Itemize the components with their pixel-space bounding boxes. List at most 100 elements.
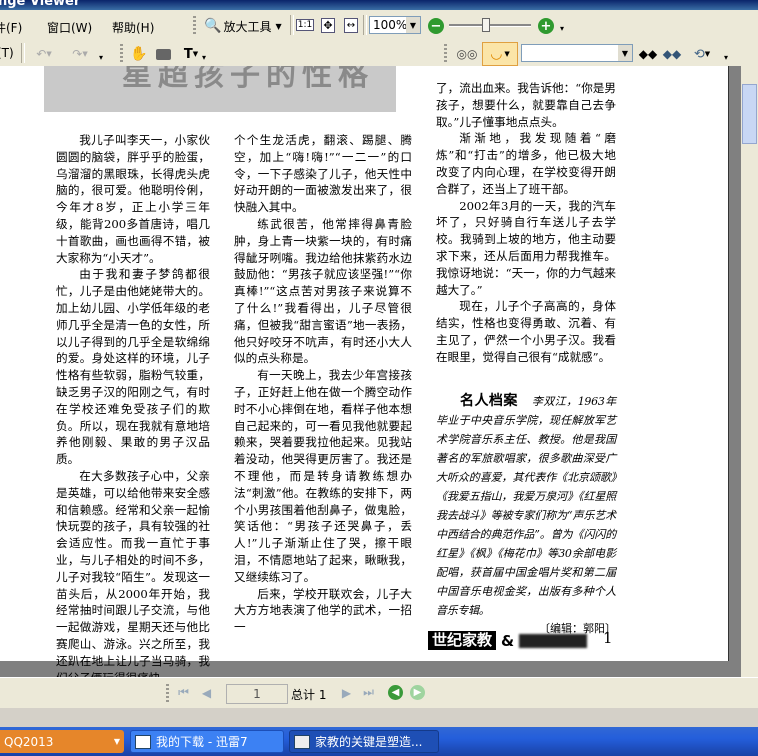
paragraph: 2002年3月的一天，我的汽车坏了，只好骑自行车送儿子去学校。我骑到上坡的地方，… [436, 198, 616, 297]
article-column-3: 了，流出血来。我告诉他：“你是男孩子，想要什么，就要靠自己去争取。”儿子懂事地点… [436, 80, 616, 366]
paragraph: 练武很苦，他常摔得鼻青脸肿，身上青一块紫一块的，有时痛得龇牙咧嘴。我边给他抹紫药… [234, 216, 412, 366]
next-page-icon: ▶ [341, 685, 352, 700]
first-page-icon: ⏮ [178, 685, 189, 699]
window-title-bar: nge Viewer [0, 0, 758, 10]
redo-button[interactable]: ↷ ▼ [63, 43, 97, 65]
zoom-combo[interactable]: 100% ▼ [369, 16, 421, 34]
paragraph: 后来，学校开联欢会，儿子大大方方地表演了他学的武术，一招一 [234, 586, 412, 635]
chevron-down-icon: ▼ [704, 50, 711, 58]
menu-help[interactable]: 帮助(H) [112, 19, 154, 36]
toolbar-grip[interactable] [444, 44, 447, 62]
slider-track [449, 24, 531, 27]
fit-width-icon: ↔ [344, 17, 358, 33]
search-combo[interactable]: ▼ [521, 44, 633, 62]
glasses-icon: ◎◎ [456, 47, 478, 61]
chevron-down-icon: ▼ [82, 50, 88, 58]
menu-file[interactable]: 件(F) [0, 19, 22, 36]
toolbar-grip[interactable] [166, 684, 169, 702]
actual-size-button[interactable]: 1:1 [295, 15, 315, 35]
chevron-down-icon: ▼ [192, 50, 199, 58]
page-number-input[interactable]: 1 [226, 684, 288, 704]
taskbar-item-label: 我的下载 - 迅雷7 [156, 735, 248, 749]
hand-icon: ✋ [130, 46, 148, 62]
zoom-tool-label: 放大工具 [223, 19, 272, 34]
paragraph: 了，流出血来。我告诉他：“你是男孩子，想要什么，就要靠自己去争取。”儿子懂事地点… [436, 81, 616, 129]
fit-width-button[interactable]: ↔ [341, 15, 361, 35]
fit-page-icon: ✥ [321, 17, 335, 33]
magnifier-icon: 🔍 [204, 18, 222, 34]
window-icon [135, 734, 151, 749]
find-previous-button[interactable]: ◆◆ [636, 43, 660, 65]
paragraph: 个个生龙活虎，翻滚、踢腿、腾空，加上“嗨!嗨!”“一二一”的口令，一下子感染了儿… [234, 133, 412, 215]
glasses-button[interactable]: ◎◎ [455, 43, 479, 65]
paragraph: 由于我和妻子梦鸽都很忙，儿子是由他姥姥带大的。加上幼儿园、小学低年级的老师几乎全… [56, 267, 210, 467]
previous-page-button[interactable]: ◀ [198, 684, 215, 701]
slider-thumb[interactable] [482, 18, 490, 32]
taskbar-item-document[interactable]: 家教的关键是塑造... [289, 730, 439, 753]
brand-ampersand: & [501, 631, 515, 650]
toolbar-overflow-icon[interactable]: ▾ [724, 53, 728, 62]
zoom-tool-button[interactable]: 🔍 放大工具 ▼ [201, 14, 285, 38]
taskbar-item-qq[interactable]: QQ2013 ▼ [0, 730, 124, 753]
rotate-button[interactable]: ⟲ ▼ [686, 43, 718, 65]
undo-icon: ↶ [36, 47, 47, 61]
back-arrow-icon: ◀ [388, 685, 403, 700]
actual-size-icon: 1:1 [295, 19, 315, 31]
paragraph: 在大多数孩子心中，父亲是英雄，可以给他带来安全感和信赖感。经常和父亲一起愉快玩耍… [56, 468, 210, 685]
loop-icon: ◡ [490, 46, 503, 62]
find-next-button[interactable]: ◆◆ [660, 43, 684, 65]
toolbar-overflow-icon[interactable]: ▾ [202, 53, 206, 62]
vertical-scrollbar[interactable] [741, 66, 758, 677]
previous-page-icon: ◀ [201, 685, 212, 700]
document-page: 星超孩子的性格 我儿子叫李天一，小家伙圆圆的脑袋，胖乎乎的脸蛋，乌溜溜的黑眼珠，… [0, 66, 729, 685]
highlight-tool-button[interactable]: ◡ ▼ [482, 42, 518, 66]
snapshot-button[interactable] [152, 43, 174, 65]
celebrity-profile: 名人档案 李双江，1963年毕业于中央音乐学院，现任解放军艺术学院音乐系主任、教授… [436, 392, 616, 638]
rotate-icon: ⟲ [693, 46, 705, 62]
toolbar-overflow-icon[interactable]: ▾ [560, 24, 564, 33]
last-page-button[interactable]: ⏭ [360, 684, 377, 701]
chevron-down-icon: ▼ [113, 737, 120, 746]
next-page-button[interactable]: ▶ [338, 684, 355, 701]
separator [363, 15, 367, 35]
article-heading-image: 星超孩子的性格 [44, 66, 396, 112]
menu-toolbar-row: 件(F) 窗口(W) 帮助(H) 🔍 放大工具 ▼ 1:1 ✥ ↔ 100% ▼… [0, 10, 758, 41]
zoom-slider[interactable] [449, 17, 531, 33]
forward-arrow-icon: ▶ [410, 685, 425, 700]
binoculars-icon: ◆◆ [662, 47, 682, 61]
chevron-down-icon: ▼ [275, 21, 282, 31]
window-title: nge Viewer [0, 0, 81, 9]
undo-button[interactable]: ↶ ▼ [27, 43, 61, 65]
separator [290, 15, 294, 35]
hand-tool-button[interactable]: ✋ [128, 43, 150, 65]
go-back-button[interactable]: ◀ [387, 684, 404, 701]
menu-window[interactable]: 窗口(W) [47, 19, 92, 36]
zoom-out-button[interactable]: − [425, 15, 447, 37]
toolbar-overflow-icon[interactable]: ▾ [99, 53, 103, 62]
toolbar-grip[interactable] [120, 44, 123, 62]
plus-circle-icon: + [538, 18, 554, 34]
article-column-1: 我儿子叫李天一，小家伙圆圆的脑袋，胖乎乎的脸蛋，乌溜溜的黑眼珠，长得虎头虎脑的，… [56, 132, 210, 686]
last-page-icon: ⏭ [363, 685, 374, 699]
fit-page-button[interactable]: ✥ [318, 15, 338, 35]
first-page-button[interactable]: ⏮ [175, 684, 192, 701]
profile-text: 李双江，1963年毕业于中央音乐学院，现任解放军艺术学院音乐系主任、教授。他是我… [436, 395, 616, 617]
total-pages-label: 总计 1 [291, 688, 327, 702]
separator [21, 43, 25, 63]
chevron-down-icon: ▼ [618, 45, 632, 61]
zoom-in-button[interactable]: + [535, 15, 557, 37]
page-navigation-bar: ⏮ ◀ 1 总计 1 ▶ ⏭ ◀ ▶ [0, 677, 758, 708]
document-viewer[interactable]: 星超孩子的性格 我儿子叫李天一，小家伙圆圆的脑袋，胖乎乎的脸蛋，乌溜溜的黑眼珠，… [0, 66, 758, 685]
text-select-icon: T [183, 46, 193, 62]
magazine-brand: 世纪家教 & [428, 631, 588, 650]
article-column-2: 个个生龙活虎，翻滚、踢腿、腾空，加上“嗨!嗨!”“一二一”的口令，一下子感染了儿… [234, 132, 412, 636]
toolbar-grip[interactable] [193, 16, 196, 34]
document-window-icon [294, 734, 310, 749]
scrollbar-thumb[interactable] [742, 84, 757, 144]
toolbar-fragment-label: (T) [0, 46, 14, 60]
chevron-down-icon: ▼ [406, 17, 420, 33]
go-forward-button[interactable]: ▶ [409, 684, 426, 701]
taskbar-item-downloads[interactable]: 我的下载 - 迅雷7 [130, 730, 284, 753]
page-number: 1 [603, 629, 613, 647]
minus-circle-icon: − [428, 18, 444, 34]
